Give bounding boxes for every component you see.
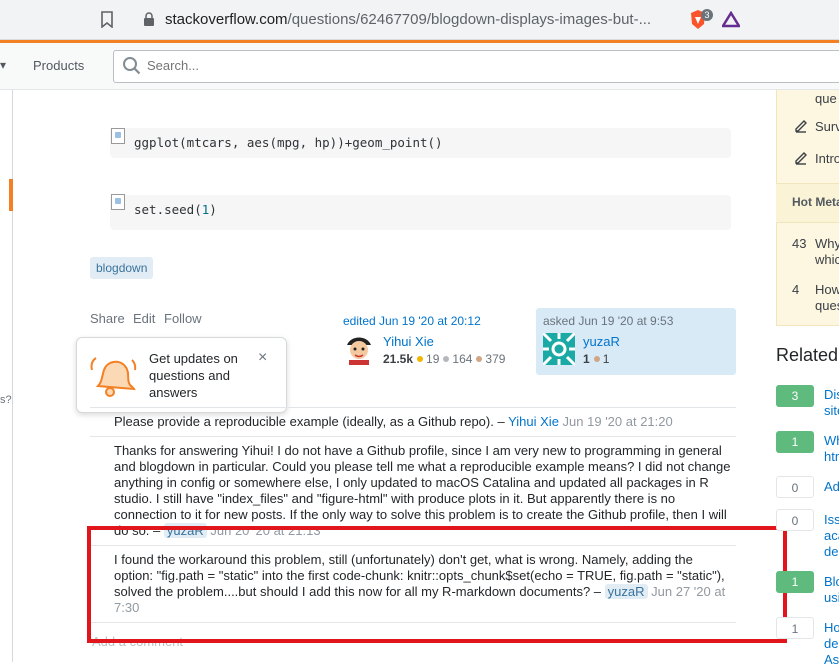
- related-question-link[interactable]: Issacade: [824, 512, 839, 560]
- edited-timestamp-link[interactable]: edited Jun 19 '20 at 20:12: [343, 314, 481, 328]
- search-input[interactable]: [147, 58, 547, 73]
- url-path: /questions/62467709/blogdown-displays-im…: [287, 11, 652, 28]
- pencil-icon: [794, 119, 808, 133]
- hot-meta-link[interactable]: Why whic: [815, 236, 839, 268]
- sidebar-blog-item[interactable]: Surv: [815, 119, 839, 134]
- related-link-line: aca: [824, 528, 839, 543]
- related-link-line: As: [824, 652, 839, 667]
- edit-link[interactable]: Edit: [133, 311, 155, 326]
- hot-meta-link-line: whic: [815, 252, 839, 267]
- share-link[interactable]: Share: [90, 311, 125, 326]
- hot-meta-link-line: How: [815, 282, 839, 297]
- comment: Thanks for answering Yihui! I do not hav…: [114, 443, 734, 539]
- related-link-line: Blo: [824, 574, 839, 589]
- comment: Please provide a reproducible example (i…: [114, 414, 734, 430]
- products-menu[interactable]: Products: [33, 58, 84, 73]
- bronze-badge-icon: [476, 356, 483, 363]
- related-question-link[interactable]: Whhtm: [824, 433, 839, 465]
- bookmark-icon[interactable]: [101, 11, 113, 29]
- bell-icon: [88, 350, 138, 400]
- related-link-line: de: [824, 544, 839, 559]
- related-link-line: Iss: [824, 512, 839, 527]
- owner-name-link[interactable]: yuzaR: [583, 334, 620, 349]
- popover-text: Get updates on questions and answers: [149, 351, 238, 400]
- answer-count-badge: 1: [776, 571, 814, 593]
- follow-link[interactable]: Follow: [164, 311, 202, 326]
- left-nav-border: [12, 90, 13, 662]
- hot-meta-count: 43: [792, 236, 807, 251]
- related-question-link[interactable]: Dissite: [824, 387, 839, 419]
- highlight-annotation-box: [87, 526, 787, 643]
- answer-count-badge: 1: [776, 617, 814, 639]
- tag-blogdown[interactable]: blogdown: [90, 257, 154, 279]
- gold-badge-icon: [417, 356, 424, 363]
- editor-reputation: 21.5k 19 164 379: [383, 352, 505, 366]
- related-link-line: de: [824, 636, 839, 651]
- related-question-link[interactable]: Ho de As: [824, 620, 839, 668]
- related-link-line: Ad: [824, 479, 839, 494]
- hot-meta-link-line: Why: [815, 236, 839, 251]
- hot-meta-link[interactable]: Howques: [815, 282, 839, 314]
- left-nav-clipped-text: s?: [0, 394, 12, 406]
- comment-user-link[interactable]: Yihui Xie: [508, 414, 559, 429]
- reputation-score: 1: [583, 352, 590, 366]
- related-link-line: Ho: [824, 620, 839, 635]
- related-title: Related: [776, 345, 839, 365]
- address-bar[interactable]: stackoverflow.com/questions/62467709/blo…: [165, 11, 651, 28]
- comment-divider: [90, 436, 736, 437]
- comment-text: Thanks for answering Yihui! I do not hav…: [114, 443, 731, 538]
- avatar[interactable]: [541, 331, 577, 367]
- search-icon: [122, 56, 142, 76]
- comment-text: Please provide a reproducible example (i…: [114, 414, 505, 429]
- rewards-triangle-icon[interactable]: [720, 10, 742, 28]
- url-host: stackoverflow.com: [165, 11, 288, 28]
- bronze-count: 1: [602, 352, 610, 366]
- gold-count: 19: [426, 352, 440, 366]
- asked-timestamp: asked Jun 19 '20 at 9:53: [543, 314, 674, 328]
- sidebar-blog-item[interactable]: Intro: [815, 151, 839, 166]
- answer-count-badge: 0: [776, 476, 814, 498]
- left-nav-active-indicator: [9, 179, 13, 211]
- bronze-badge-icon: [593, 356, 600, 363]
- close-icon[interactable]: ×: [258, 350, 267, 366]
- code-block: ggplot(mtcars, aes(mpg, hp))+geom_point(…: [110, 128, 731, 158]
- code-text: ): [209, 202, 217, 217]
- comment-date[interactable]: Jun 19 '20 at 21:20: [563, 414, 673, 429]
- comment-divider: [90, 407, 736, 408]
- broken-image-icon: [111, 128, 125, 144]
- related-question-link[interactable]: Ad: [824, 479, 839, 495]
- hot-meta-link-line: ques: [815, 298, 839, 313]
- hot-meta-count: 4: [792, 282, 800, 297]
- owner-reputation: 11: [583, 352, 609, 366]
- answer-count-badge: 0: [776, 509, 814, 531]
- avatar[interactable]: [343, 333, 375, 365]
- shield-count-badge: 3: [701, 9, 713, 21]
- reputation-score: 21.5k: [383, 352, 414, 366]
- answer-count-badge: 3: [776, 385, 814, 407]
- related-link-line: htm: [824, 449, 839, 464]
- related-question-link[interactable]: Blousi: [824, 574, 839, 606]
- code-text: ggplot(mtcars, aes(mpg, hp))+geom_point(…: [134, 135, 443, 150]
- related-link-line: Dis: [824, 387, 839, 402]
- related-link-line: Wh: [824, 433, 839, 448]
- related-link-line: usi: [824, 590, 839, 605]
- code-text: set.seed(: [134, 202, 202, 217]
- broken-image-icon: [111, 194, 125, 210]
- sidebar-blog-item[interactable]: que: [815, 91, 837, 106]
- pencil-icon: [794, 151, 808, 165]
- answer-count-badge: 1: [776, 431, 814, 453]
- silver-count: 164: [452, 352, 473, 366]
- related-link-line: site: [824, 403, 839, 418]
- code-block: set.seed(1): [110, 195, 731, 230]
- lock-icon: [143, 12, 155, 27]
- silver-badge-icon: [443, 356, 450, 363]
- hot-meta-title: Hot Meta: [792, 195, 839, 209]
- bronze-count: 379: [485, 352, 506, 366]
- editor-name-link[interactable]: Yihui Xie: [383, 334, 434, 349]
- menu-chevron-icon[interactable]: ▾: [0, 58, 6, 72]
